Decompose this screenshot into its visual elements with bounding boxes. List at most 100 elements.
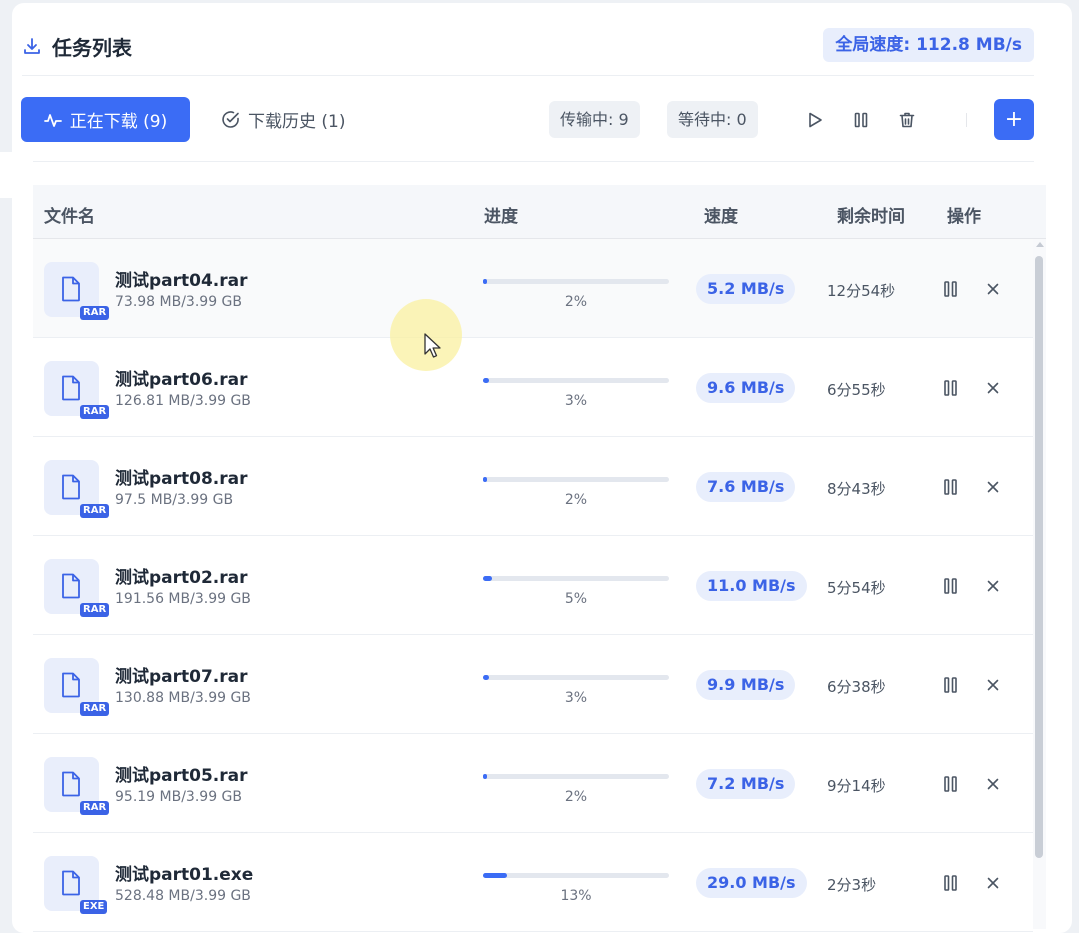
pause-icon [944, 776, 957, 792]
progress-bar-fill [483, 576, 493, 581]
file-name: 测试part04.rar [115, 271, 248, 291]
file-name: 测试part02.rar [115, 568, 248, 588]
table-row[interactable]: RAR 测试part06.rar 126.81 MB/3.99 GB 3% 9.… [33, 338, 1033, 437]
progress-percent: 2% [564, 294, 588, 310]
cancel-button[interactable] [983, 774, 1003, 794]
document-icon [62, 573, 80, 599]
table-row[interactable]: RAR 测试part04.rar 73.98 MB/3.99 GB 2% 5.2… [33, 239, 1033, 338]
plus-icon: + [1004, 107, 1024, 132]
transferring-count-chip: 传输中: 9 [549, 101, 640, 138]
cancel-button[interactable] [983, 378, 1003, 398]
progress-bar [483, 675, 669, 680]
pause-button[interactable] [941, 873, 961, 893]
file-icon: EXE [44, 856, 108, 914]
play-icon [809, 112, 822, 128]
file-type-badge: RAR [80, 504, 110, 518]
progress-bar-fill [483, 477, 487, 482]
progress-bar-fill [483, 378, 489, 383]
speed-badge: 29.0 MB/s [696, 868, 807, 898]
document-icon [62, 870, 80, 896]
progress-bar [483, 279, 669, 284]
pause-icon [944, 281, 957, 297]
table-row[interactable]: EXE 测试part01.exe 528.48 MB/3.99 GB 13% 2… [33, 833, 1033, 932]
document-icon [62, 375, 80, 401]
file-type-badge: RAR [80, 306, 110, 320]
remaining-time: 5分54秒 [827, 579, 886, 597]
close-icon [987, 679, 999, 691]
column-header-remaining: 剩余时间 [837, 207, 905, 227]
tab-history[interactable]: 下载历史 (1) [221, 97, 345, 142]
scroll-up-arrow-icon[interactable] [1036, 242, 1044, 247]
close-icon [987, 283, 999, 295]
cancel-button[interactable] [983, 279, 1003, 299]
delete-all-button[interactable] [892, 105, 922, 135]
speed-badge: 11.0 MB/s [696, 571, 807, 601]
close-icon [987, 382, 999, 394]
progress-percent: 3% [564, 690, 588, 706]
table-row[interactable]: RAR 测试part02.rar 191.56 MB/3.99 GB 5% 11… [33, 536, 1033, 635]
pause-all-button[interactable] [846, 105, 876, 135]
table-row[interactable]: RAR 测试part05.rar 95.19 MB/3.99 GB 2% 7.2… [33, 734, 1033, 833]
file-type-badge: RAR [80, 603, 110, 617]
document-icon [62, 276, 80, 302]
download-icon [22, 36, 42, 56]
file-icon: RAR [44, 361, 110, 419]
progress-bar [483, 477, 669, 482]
waiting-count-chip: 等待中: 0 [667, 101, 758, 138]
left-edge-panel [0, 152, 12, 198]
cancel-button[interactable] [983, 873, 1003, 893]
tab-history-label: 下载历史 (1) [248, 112, 346, 132]
pause-icon [944, 677, 957, 693]
page-title: 任务列表 [52, 36, 132, 60]
scrollbar-thumb[interactable] [1035, 256, 1043, 858]
table-header: 文件名 进度 速度 剩余时间 操作 [33, 185, 1046, 239]
close-icon [987, 580, 999, 592]
document-icon [62, 672, 80, 698]
file-icon: RAR [44, 262, 110, 320]
progress-percent: 2% [564, 789, 588, 805]
remaining-time: 9分14秒 [827, 777, 886, 795]
file-name: 测试part08.rar [115, 469, 248, 489]
column-header-speed: 速度 [704, 207, 738, 227]
pause-icon [944, 479, 957, 495]
file-type-badge: EXE [80, 900, 108, 914]
table-row[interactable]: RAR 测试part07.rar 130.88 MB/3.99 GB 3% 9.… [33, 635, 1033, 734]
pause-button[interactable] [941, 477, 961, 497]
progress-bar-fill [483, 675, 489, 680]
start-all-button[interactable] [800, 105, 830, 135]
file-name: 测试part07.rar [115, 667, 248, 687]
table-row[interactable]: RAR 测试part08.rar 97.5 MB/3.99 GB 2% 7.6 … [33, 437, 1033, 536]
file-size: 130.88 MB/3.99 GB [115, 690, 251, 706]
cancel-button[interactable] [983, 576, 1003, 596]
pause-icon [854, 112, 868, 128]
pause-button[interactable] [941, 576, 961, 596]
task-list-header: 任务列表 全局速度: 112.8 MB/s [22, 28, 1034, 64]
mouse-cursor-icon [424, 333, 441, 358]
column-header-filename: 文件名 [44, 207, 95, 227]
document-icon [62, 474, 80, 500]
file-name: 测试part06.rar [115, 370, 248, 390]
pause-button[interactable] [941, 279, 961, 299]
remaining-time: 6分55秒 [827, 381, 886, 399]
pause-icon [944, 578, 957, 594]
close-icon [987, 877, 999, 889]
file-type-badge: RAR [80, 702, 110, 716]
remaining-time: 2分3秒 [827, 876, 877, 894]
cancel-button[interactable] [983, 675, 1003, 695]
pause-button[interactable] [941, 774, 961, 794]
pause-button[interactable] [941, 378, 961, 398]
speed-badge: 7.2 MB/s [696, 769, 796, 799]
progress-percent: 5% [564, 591, 588, 607]
tab-downloading[interactable]: 正在下载 (9) [21, 97, 190, 142]
file-icon: RAR [44, 559, 110, 617]
pause-button[interactable] [941, 675, 961, 695]
add-task-button[interactable]: + [994, 99, 1034, 140]
global-speed-badge: 全局速度: 112.8 MB/s [823, 28, 1034, 62]
file-size: 126.81 MB/3.99 GB [115, 393, 251, 409]
cancel-button[interactable] [983, 477, 1003, 497]
progress-bar [483, 873, 669, 878]
check-circle-icon [222, 111, 239, 128]
file-size: 97.5 MB/3.99 GB [115, 492, 234, 508]
progress-bar [483, 774, 669, 779]
close-icon [987, 481, 999, 493]
